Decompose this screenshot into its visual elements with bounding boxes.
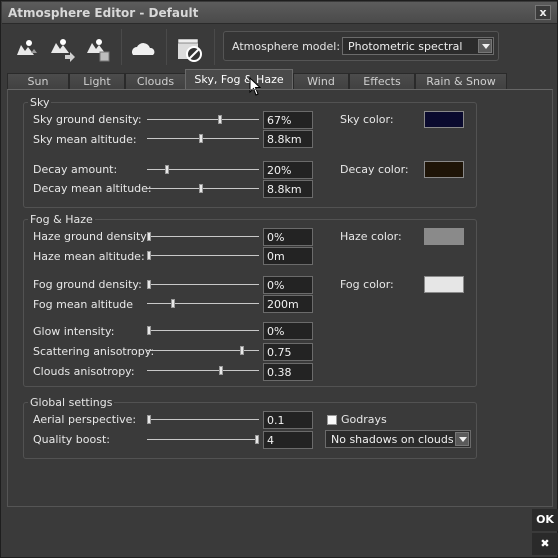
atmosphere-editor-window: Atmosphere Editor - Default x Atmosphere… (0, 0, 558, 558)
toolbar-separator (166, 29, 167, 65)
aerial-perspective-label: Aerial perspective: (33, 413, 137, 426)
tab-rain-snow[interactable]: Rain & Snow (415, 73, 507, 90)
chevron-down-icon[interactable] (478, 39, 492, 53)
global-settings-group-title: Global settings (28, 396, 115, 409)
haze-ground-density-label: Haze ground density: (33, 230, 150, 243)
fog-color-swatch[interactable] (424, 276, 464, 293)
clouds-anisotropy-field[interactable]: 0.38 (263, 363, 313, 381)
quality-boost-field[interactable]: 4 (263, 431, 313, 449)
godrays-label: Godrays (341, 413, 387, 426)
decay-amount-field[interactable]: 20% (263, 161, 313, 179)
aerial-perspective-slider[interactable] (147, 415, 259, 424)
manage-presets-icon[interactable] (83, 35, 111, 63)
sky-ground-density-slider[interactable] (147, 115, 259, 124)
slider-thumb[interactable] (240, 346, 245, 355)
scattering-anisotropy-slider[interactable] (147, 346, 259, 355)
tab-clouds[interactable]: Clouds (125, 73, 186, 90)
slider-thumb[interactable] (147, 326, 152, 335)
glow-intensity-label: Glow intensity: (33, 325, 115, 338)
atmosphere-model-select[interactable]: Photometric spectral (342, 37, 494, 55)
sky-color-label: Sky color: (340, 113, 394, 126)
fog-ground-density-slider[interactable] (147, 280, 259, 289)
sky-ground-density-label: Sky ground density: (33, 113, 142, 126)
scattering-anisotropy-field[interactable]: 0.75 (263, 343, 313, 361)
fog-color-label: Fog color: (340, 278, 394, 291)
aerial-perspective-field[interactable]: 0.1 (263, 411, 313, 429)
quality-boost-slider[interactable] (147, 435, 259, 444)
tab-effects[interactable]: Effects (349, 73, 415, 90)
haze-mean-altitude-slider[interactable] (147, 251, 259, 260)
ok-button[interactable]: OK (532, 509, 558, 531)
slider-thumb[interactable] (198, 184, 203, 193)
save-preset-icon[interactable] (47, 35, 75, 63)
haze-color-swatch[interactable] (424, 228, 464, 245)
cloud-shadows-select[interactable]: No shadows on clouds (325, 430, 471, 448)
slider-thumb[interactable] (147, 251, 152, 260)
haze-mean-altitude-field[interactable]: 0m (263, 247, 313, 265)
slider-thumb[interactable] (217, 115, 222, 124)
tab-bar: Sun Light Clouds Sky, Fog & Haze Wind Ef… (7, 69, 553, 90)
atmosphere-model-value: Photometric spectral (348, 40, 463, 53)
clouds-anisotropy-label: Clouds anisotropy: (33, 365, 135, 378)
tab-sun[interactable]: Sun (7, 73, 69, 90)
sky-ground-density-field[interactable]: 67% (263, 111, 313, 129)
tab-sky-fog-haze[interactable]: Sky, Fog & Haze (185, 69, 293, 90)
glow-intensity-slider[interactable] (147, 326, 259, 335)
slider-thumb[interactable] (170, 299, 175, 308)
quality-boost-label: Quality boost: (33, 433, 110, 446)
glow-intensity-field[interactable]: 0% (263, 322, 313, 340)
decay-mean-altitude-label: Decay mean altitude: (33, 182, 152, 195)
toolbar-separator (121, 29, 122, 65)
fog-ground-density-field[interactable]: 0% (263, 276, 313, 294)
fog-mean-altitude-label: Fog mean altitude (33, 298, 134, 311)
haze-color-label: Haze color: (340, 230, 402, 243)
slider-thumb[interactable] (147, 280, 152, 289)
close-icon[interactable]: x (535, 5, 551, 20)
fog-haze-group-title: Fog & Haze (28, 213, 95, 226)
sky-color-swatch[interactable] (424, 111, 464, 128)
window-title: Atmosphere Editor - Default (8, 6, 199, 20)
title-bar[interactable]: Atmosphere Editor - Default x (2, 2, 557, 24)
slider-thumb[interactable] (254, 435, 259, 444)
load-preset-icon[interactable] (11, 35, 39, 63)
scattering-anisotropy-label: Scattering anisotropy: (33, 345, 155, 358)
slider-thumb[interactable] (147, 232, 152, 241)
decay-mean-altitude-slider[interactable] (147, 184, 259, 193)
slider-thumb[interactable] (218, 366, 223, 375)
decay-color-swatch[interactable] (424, 161, 464, 178)
haze-ground-density-slider[interactable] (147, 232, 259, 241)
tab-light[interactable]: Light (69, 73, 125, 90)
sky-group-title: Sky (28, 96, 52, 109)
slider-thumb[interactable] (198, 134, 203, 143)
clouds-anisotropy-slider[interactable] (147, 366, 259, 375)
haze-ground-density-field[interactable]: 0% (263, 228, 313, 246)
toolbar-separator (214, 29, 215, 65)
slider-thumb[interactable] (165, 165, 170, 174)
haze-mean-altitude-label: Haze mean altitude: (33, 250, 145, 263)
fog-ground-density-label: Fog ground density: (33, 278, 142, 291)
cancel-button[interactable]: ✖ (532, 533, 558, 555)
decay-mean-altitude-field[interactable]: 8.8km (263, 180, 313, 198)
chevron-down-icon[interactable] (455, 432, 469, 446)
fog-mean-altitude-slider[interactable] (147, 299, 259, 308)
cloud-shadows-value: No shadows on clouds (331, 433, 454, 446)
fog-mean-altitude-field[interactable]: 200m (263, 295, 313, 313)
sky-mean-altitude-field[interactable]: 8.8km (263, 130, 313, 148)
reset-clapper-icon[interactable] (175, 35, 203, 63)
decay-color-label: Decay color: (340, 163, 409, 176)
decay-amount-label: Decay amount: (33, 163, 118, 176)
tab-wind[interactable]: Wind (293, 73, 349, 90)
godrays-checkbox[interactable] (327, 415, 337, 425)
decay-amount-slider[interactable] (147, 165, 259, 174)
cloud-icon[interactable] (129, 35, 157, 63)
atmosphere-model-box: Atmosphere model: Photometric spectral (223, 31, 499, 61)
sky-mean-altitude-label: Sky mean altitude: (33, 133, 137, 146)
atmosphere-model-label: Atmosphere model: (232, 40, 341, 53)
sky-mean-altitude-slider[interactable] (147, 134, 259, 143)
slider-thumb[interactable] (147, 415, 152, 424)
